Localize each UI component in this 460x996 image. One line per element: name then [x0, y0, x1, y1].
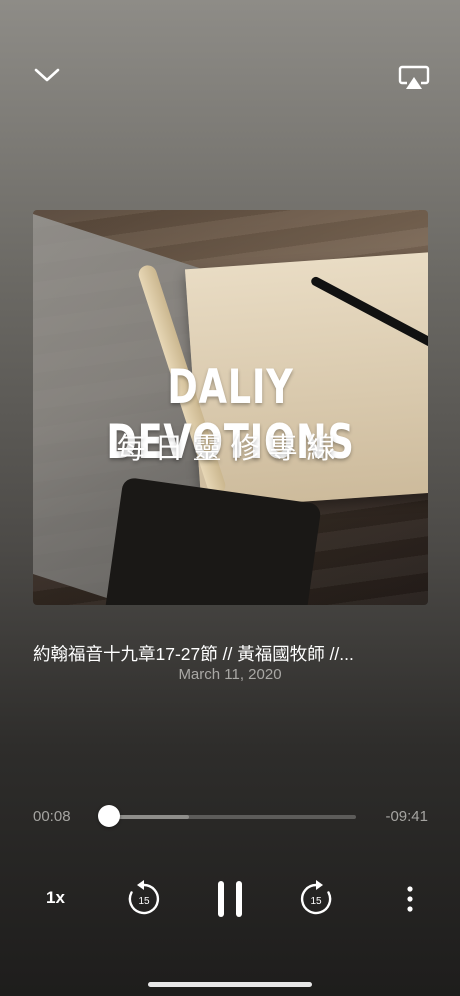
skip-back-15-icon: 15 — [128, 880, 160, 915]
skip-forward-button[interactable]: 15 — [294, 877, 338, 921]
more-options-button[interactable] — [388, 877, 432, 921]
skip-back-button[interactable]: 15 — [122, 877, 166, 921]
skip-forward-label: 15 — [310, 896, 322, 907]
airplay-button[interactable] — [392, 58, 436, 102]
skip-forward-15-icon: 15 — [300, 880, 332, 915]
artwork-subtitle: 每日靈修專線 — [116, 433, 345, 465]
chevron-down-icon — [33, 66, 61, 89]
more-vertical-icon — [407, 886, 413, 912]
elapsed-time: 00:08 — [33, 808, 71, 825]
collapse-button[interactable] — [25, 55, 69, 99]
episode-date: March 11, 2020 — [178, 666, 282, 683]
scrubber-thumb[interactable] — [97, 805, 120, 827]
playback-speed-button[interactable]: 1x — [46, 888, 65, 908]
airplay-icon — [398, 65, 430, 96]
home-indicator[interactable] — [148, 982, 312, 987]
progress-scrubber[interactable] — [106, 815, 356, 819]
pause-button[interactable] — [208, 877, 252, 921]
skip-back-label: 15 — [138, 896, 150, 907]
podcast-artwork: DALIY DEVOTIONS 每日靈修專線 — [33, 210, 428, 605]
episode-title[interactable]: 約翰福音十九章17-27節 // 黃福國牧師 //... — [33, 641, 428, 666]
pause-icon — [218, 881, 242, 917]
remaining-time: -09:41 — [385, 808, 428, 825]
